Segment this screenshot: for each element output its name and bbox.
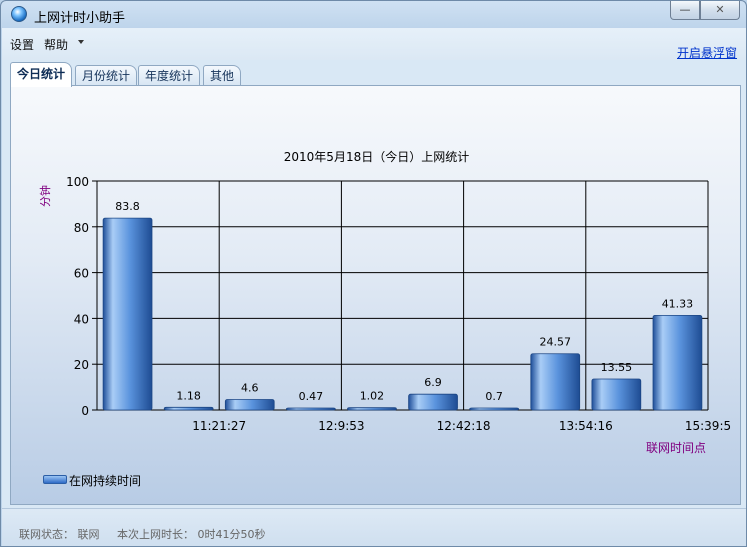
window-title: 上网计时小助手 bbox=[34, 11, 126, 26]
tab-year[interactable]: 年度统计 bbox=[138, 65, 201, 87]
close-button[interactable]: ✕ bbox=[700, 1, 740, 20]
bar-value-label: 41.33 bbox=[662, 297, 694, 310]
menu-settings[interactable]: 设置 bbox=[10, 36, 34, 53]
chevron-down-icon[interactable] bbox=[78, 40, 84, 44]
bar-value-label: 0.47 bbox=[299, 390, 324, 403]
float-window-link[interactable]: 开启悬浮窗 bbox=[677, 44, 737, 61]
chart-panel: 2010年5月18日（今日）上网统计 0 20 40 60 80 100 83.8 1.18 4… bbox=[10, 85, 741, 505]
bar-chart: 0 20 40 60 80 100 83.8 1.18 4.6 0.47 1.02 6.9 0.7 24.… bbox=[38, 175, 731, 455]
y-axis-label: 分钟 bbox=[38, 185, 52, 207]
client-area: 设置 帮助 开启悬浮窗 今日统计 月份统计 年度统计 其他 2010年5月18日… bbox=[2, 28, 746, 546]
bar bbox=[102, 217, 153, 411]
bar-value-label: 4.6 bbox=[241, 381, 259, 394]
globe-icon bbox=[11, 6, 27, 22]
x-tick-label: 12:9:53 bbox=[318, 419, 364, 433]
legend-swatch bbox=[43, 475, 67, 484]
bar-value-label: 0.7 bbox=[485, 390, 503, 403]
bar-value-label: 24.57 bbox=[540, 336, 572, 349]
tab-today[interactable]: 今日统计 bbox=[10, 62, 73, 87]
bar-value-label: 13.55 bbox=[601, 361, 633, 374]
bar bbox=[591, 378, 642, 411]
status-bar: 联网状态： 联网 本次上网时长： 0时41分50秒 bbox=[2, 508, 746, 546]
menu-help[interactable]: 帮助 bbox=[44, 36, 68, 53]
x-axis-label: 联网时间点 bbox=[646, 441, 706, 455]
x-tick-label: 13:54:16 bbox=[559, 419, 613, 433]
app-window: 上网计时小助手 — ✕ 设置 帮助 开启悬浮窗 今日统计 月份统计 年度统计 其… bbox=[0, 0, 747, 547]
connection-status: 联网状态： 联网 bbox=[19, 528, 100, 541]
bar bbox=[469, 407, 519, 411]
bar bbox=[224, 399, 275, 411]
bar bbox=[286, 407, 336, 411]
title-bar: 上网计时小助手 — ✕ bbox=[1, 1, 746, 28]
bar bbox=[652, 314, 703, 411]
bar bbox=[347, 407, 397, 411]
y-tick-label: 40 bbox=[74, 312, 89, 326]
tab-month[interactable]: 月份统计 bbox=[75, 65, 138, 87]
bar-value-label: 83.8 bbox=[115, 200, 140, 213]
y-tick-label: 80 bbox=[74, 221, 89, 235]
x-tick-label: 15:39:5 bbox=[685, 419, 731, 433]
tab-other[interactable]: 其他 bbox=[203, 65, 242, 87]
y-tick-label: 100 bbox=[66, 175, 89, 189]
x-tick-label: 11:21:27 bbox=[192, 419, 246, 433]
minimize-button[interactable]: — bbox=[670, 1, 700, 20]
bar-value-label: 6.9 bbox=[424, 376, 442, 389]
bar bbox=[530, 353, 581, 411]
session-duration: 本次上网时长： 0时41分50秒 bbox=[117, 528, 266, 541]
y-tick-label: 60 bbox=[74, 267, 89, 281]
bar bbox=[408, 393, 458, 411]
bar bbox=[163, 406, 214, 411]
bar-value-label: 1.18 bbox=[176, 389, 201, 402]
x-tick-label: 12:42:18 bbox=[437, 419, 491, 433]
y-tick-label: 0 bbox=[81, 404, 89, 418]
tab-strip: 今日统计 月份统计 年度统计 其他 bbox=[10, 62, 740, 87]
menu-bar: 设置 帮助 开启悬浮窗 bbox=[2, 28, 746, 61]
legend-label: 在网持续时间 bbox=[69, 474, 142, 488]
y-tick-label: 20 bbox=[74, 358, 89, 372]
bar-value-label: 1.02 bbox=[360, 390, 385, 403]
